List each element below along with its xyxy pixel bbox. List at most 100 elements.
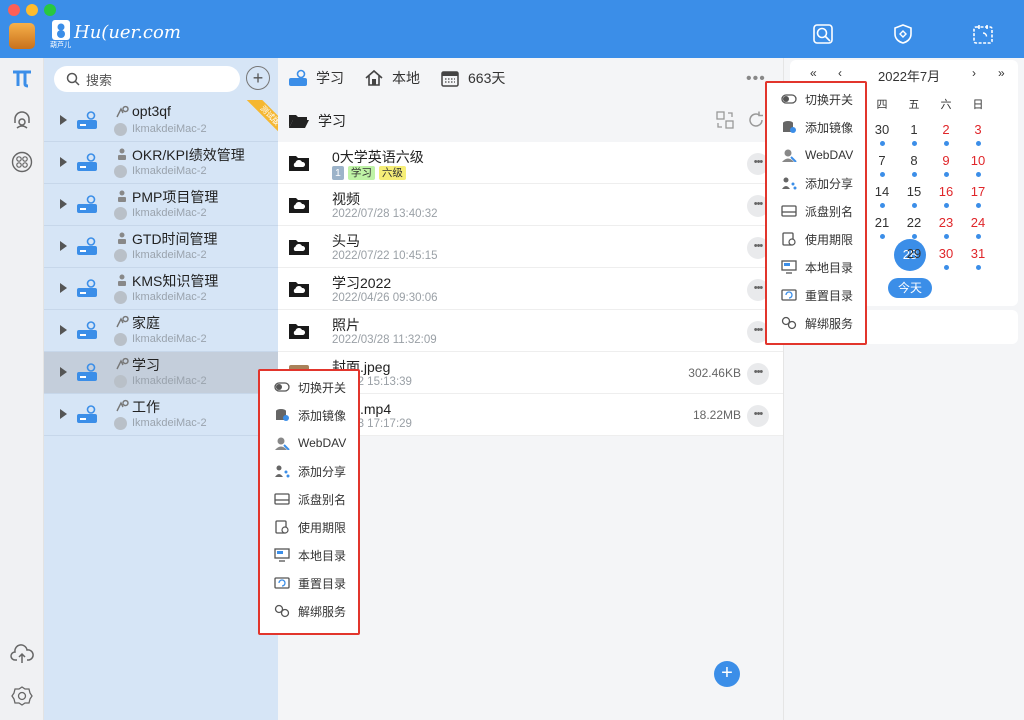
menu-item[interactable]: 派盘别名 bbox=[781, 201, 853, 221]
menu-item[interactable]: 解绑服务 bbox=[274, 601, 346, 621]
next-month-button[interactable]: › bbox=[972, 66, 976, 80]
file-row[interactable]: 照片 2022/03/28 11:32:09 ••• bbox=[278, 310, 783, 352]
tag-label[interactable]: 学习 bbox=[347, 166, 375, 180]
row-more-button[interactable]: ••• bbox=[747, 405, 769, 427]
settings-button[interactable] bbox=[8, 682, 36, 710]
refresh-icon[interactable] bbox=[746, 110, 766, 130]
service-item[interactable]: 学习 IkmakdeiMac-2 bbox=[44, 352, 278, 394]
host-icon bbox=[114, 249, 127, 262]
calendar-day[interactable]: 23 bbox=[932, 215, 960, 230]
breadcrumb-service[interactable]: 学习 bbox=[288, 68, 344, 88]
search-input[interactable]: 搜索 bbox=[54, 66, 240, 92]
zoom-window-button[interactable] bbox=[44, 4, 56, 16]
calendar-day[interactable]: 22 bbox=[900, 215, 928, 230]
event-dot bbox=[911, 141, 917, 146]
menu-item[interactable]: WebDAV bbox=[781, 145, 853, 165]
service-item[interactable]: KMS知识管理 IkmakdeiMac-2 bbox=[44, 268, 278, 310]
menu-item[interactable]: 本地目录 bbox=[274, 545, 346, 565]
menu-item[interactable]: 重置目录 bbox=[274, 573, 346, 593]
calendar-day[interactable]: 29 bbox=[900, 246, 928, 261]
menu-item[interactable]: 使用期限 bbox=[781, 229, 853, 249]
calendar-day[interactable]: 17 bbox=[964, 184, 992, 199]
tag-label[interactable]: 六级 bbox=[378, 166, 406, 180]
row-more-button[interactable]: ••• bbox=[747, 363, 769, 385]
today-button[interactable]: 今天 bbox=[888, 278, 932, 298]
service-name: KMS知识管理 bbox=[132, 273, 219, 289]
cloud-drive-icon bbox=[77, 111, 97, 129]
service-item[interactable]: 家庭 IkmakdeiMac-2 bbox=[44, 310, 278, 352]
service-type-icon bbox=[118, 148, 126, 160]
calendar-day[interactable]: 8 bbox=[900, 153, 928, 168]
calendar-day[interactable]: 30 bbox=[868, 122, 896, 137]
logo-subtitle: 葫芦儿 bbox=[50, 42, 71, 49]
calendar-day[interactable]: 21 bbox=[868, 215, 896, 230]
calendar-day[interactable]: 15 bbox=[900, 184, 928, 199]
file-row[interactable]: 学习2022 2022/04/26 09:30:06 ••• bbox=[278, 268, 783, 310]
expand-arrow-icon[interactable] bbox=[60, 325, 67, 335]
file-row[interactable]: 0大学英语六级 1 学习 六级 ••• bbox=[278, 142, 783, 184]
expand-arrow-icon[interactable] bbox=[60, 241, 67, 251]
calendar-day[interactable]: 10 bbox=[964, 153, 992, 168]
calendar-day[interactable]: 3 bbox=[964, 122, 992, 137]
services-nav-button[interactable] bbox=[8, 64, 36, 92]
close-window-button[interactable] bbox=[8, 4, 20, 16]
prev-month-button[interactable]: ‹ bbox=[838, 66, 842, 80]
breadcrumb-location[interactable]: 本地 bbox=[364, 68, 420, 88]
service-item[interactable]: 工作 IkmakdeiMac-2 bbox=[44, 394, 278, 436]
add-service-button[interactable]: + bbox=[246, 66, 270, 90]
event-dot bbox=[879, 203, 885, 208]
expand-arrow-icon[interactable] bbox=[60, 283, 67, 293]
calendar-day[interactable]: 14 bbox=[868, 184, 896, 199]
unbind-icon bbox=[274, 604, 290, 618]
expand-arrow-icon[interactable] bbox=[60, 199, 67, 209]
calendar-day[interactable]: 24 bbox=[964, 215, 992, 230]
menu-item[interactable]: 重置目录 bbox=[781, 285, 853, 305]
expand-arrow-icon[interactable] bbox=[60, 409, 67, 419]
service-item[interactable]: OKR/KPI绩效管理 IkmakdeiMac-2 bbox=[44, 142, 278, 184]
search-service-icon[interactable] bbox=[812, 23, 834, 45]
menu-item[interactable]: 添加分享 bbox=[781, 173, 853, 193]
menu-item[interactable]: WebDAV bbox=[274, 433, 346, 453]
file-row[interactable]: 视频 2022/07/28 13:40:32 ••• bbox=[278, 184, 783, 226]
menu-item[interactable]: 添加镜像 bbox=[781, 117, 853, 137]
service-item[interactable]: opt3qf IkmakdeiMac-2 测试版 bbox=[44, 100, 278, 142]
service-item[interactable]: GTD时间管理 IkmakdeiMac-2 bbox=[44, 226, 278, 268]
menu-item[interactable]: 本地目录 bbox=[781, 257, 853, 277]
menu-item[interactable]: 派盘别名 bbox=[274, 489, 346, 509]
service-item[interactable]: PMP项目管理 IkmakdeiMac-2 bbox=[44, 184, 278, 226]
calendar-icon[interactable] bbox=[972, 23, 994, 45]
community-nav-button[interactable] bbox=[8, 106, 36, 134]
expand-arrow-icon[interactable] bbox=[60, 367, 67, 377]
menu-item[interactable]: 添加分享 bbox=[274, 461, 346, 481]
calendar-day[interactable]: 2 bbox=[932, 122, 960, 137]
breadcrumb-service-label: 学习 bbox=[316, 70, 344, 86]
calendar-day[interactable]: 30 bbox=[932, 246, 960, 261]
minimize-window-button[interactable] bbox=[26, 4, 38, 16]
menu-item[interactable]: 切换开关 bbox=[781, 89, 853, 109]
host-icon bbox=[114, 417, 127, 430]
event-dot bbox=[911, 234, 917, 239]
menu-item[interactable]: 添加镜像 bbox=[274, 405, 346, 425]
expand-arrow-icon[interactable] bbox=[60, 115, 67, 125]
calendar-day[interactable]: 16 bbox=[932, 184, 960, 199]
cloud-upload-button[interactable] bbox=[8, 640, 36, 668]
add-file-button[interactable]: + bbox=[714, 661, 740, 687]
sort-toggle-icon[interactable] bbox=[715, 110, 735, 130]
more-options-button[interactable]: ••• bbox=[746, 70, 766, 88]
file-date: 2022/03/28 11:32:09 bbox=[332, 334, 437, 346]
shield-icon[interactable] bbox=[892, 23, 914, 45]
calendar-day[interactable]: 7 bbox=[868, 153, 896, 168]
expand-arrow-icon[interactable] bbox=[60, 157, 67, 167]
calendar-day[interactable]: 31 bbox=[964, 246, 992, 261]
calendar-day[interactable]: 9 bbox=[932, 153, 960, 168]
host-icon bbox=[114, 333, 127, 346]
menu-item[interactable]: 使用期限 bbox=[274, 517, 346, 537]
calendar-day[interactable]: 1 bbox=[900, 122, 928, 137]
file-row[interactable]: 头马 2022/07/22 10:45:15 ••• bbox=[278, 226, 783, 268]
prev-year-button[interactable]: « bbox=[810, 66, 817, 80]
service-list-pane: 搜索 + opt3qf IkmakdeiMac-2 测试版 OKR/KPI绩效管理 Ik… bbox=[44, 58, 278, 720]
next-year-button[interactable]: » bbox=[998, 66, 1005, 80]
menu-item[interactable]: 解绑服务 bbox=[781, 313, 853, 333]
menu-item[interactable]: 切换开关 bbox=[274, 377, 346, 397]
apps-nav-button[interactable] bbox=[8, 148, 36, 176]
